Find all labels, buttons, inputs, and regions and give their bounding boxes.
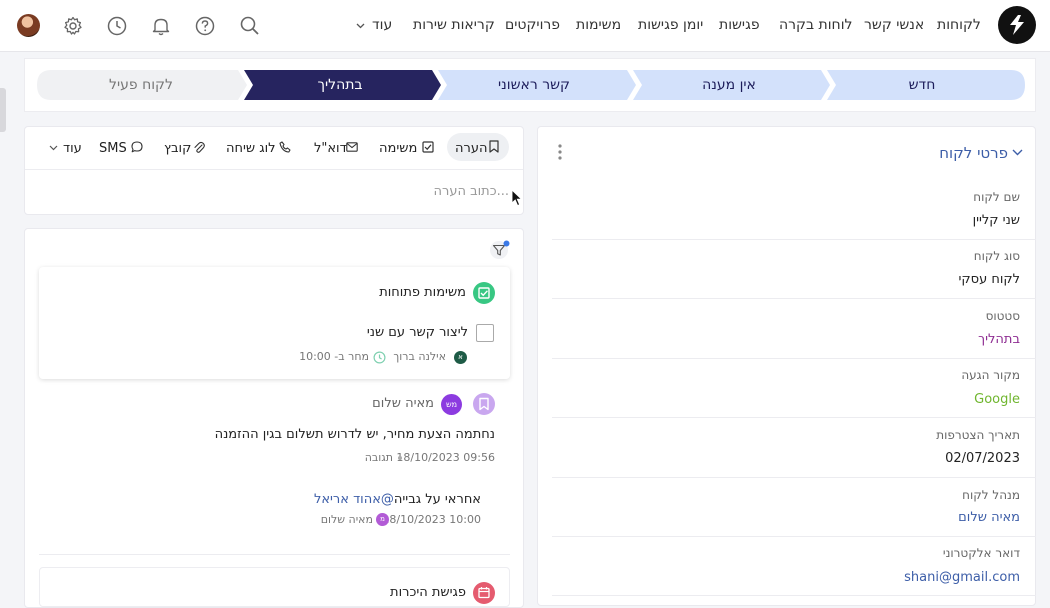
nav-item-customers[interactable]: לקוחות [937, 17, 981, 33]
task-owner: אילנה ברוך [393, 350, 446, 363]
pipeline-stage-first-contact[interactable]: קשר ראשוני [443, 70, 625, 100]
divider [552, 298, 1036, 299]
field-value-join-date[interactable]: 02/07/2023 [945, 451, 1020, 466]
user-avatar[interactable] [17, 14, 40, 37]
email-icon [346, 142, 358, 152]
tasks-badge-icon [473, 282, 495, 304]
sms-tab[interactable]: SMS [99, 141, 127, 156]
top-navigation-bar: לקוחות אנשי קשר לוחות בקרה פגישות יומן פ… [0, 0, 1050, 52]
divider [552, 239, 1036, 240]
nav-item-contacts[interactable]: אנשי קשר [864, 17, 924, 33]
chevron-down-icon [356, 23, 365, 29]
task-owner-avatar: א [454, 351, 467, 364]
reply-author-avatar: מ [376, 513, 389, 526]
pipeline-stage-no-answer[interactable]: אין מענה [638, 70, 820, 100]
meeting-badge-icon [473, 582, 495, 604]
chevron-down-icon [49, 145, 58, 151]
meeting-title: פגישת היכרות [390, 585, 466, 600]
phone-icon [279, 141, 291, 153]
clock-icon[interactable] [106, 15, 128, 37]
field-label-email: דואר אלקטרוני [942, 546, 1020, 560]
reply-author: מאיה שלום [320, 513, 373, 526]
divider [552, 358, 1036, 359]
more-tab[interactable]: עוד [63, 141, 82, 156]
logo-mark [1010, 15, 1024, 35]
side-drawer-handle[interactable] [0, 88, 6, 132]
nav-item-tasks[interactable]: משימות [576, 17, 621, 33]
task-due: מחר ב- 10:00 [299, 350, 369, 363]
separator-dot [398, 456, 402, 460]
divider [552, 595, 1036, 596]
open-tasks-title: משימות פתוחות [379, 285, 466, 300]
field-label-status: סטטוס [985, 309, 1020, 323]
nav-item-projects[interactable]: פרויקטים [505, 17, 560, 33]
divider [39, 554, 510, 555]
bookmark-icon [489, 140, 499, 153]
bell-icon[interactable] [150, 15, 172, 37]
nav-item-more[interactable]: עוד [372, 17, 392, 33]
customer-details-panel [537, 126, 1036, 606]
details-title[interactable]: פרטי לקוח [939, 144, 1008, 162]
nav-item-meetings[interactable]: פגישות [719, 17, 760, 33]
field-label-join-date: תאריך הצטרפות [936, 428, 1020, 442]
field-value-status[interactable]: בתהליך [978, 332, 1020, 347]
pipeline-stage-new[interactable]: חדש [832, 70, 1012, 100]
note-text: נחתמה הצעת מחיר, יש לדרוש תשלום בגין ההז… [214, 427, 495, 442]
chevron-down-icon[interactable] [1012, 149, 1023, 156]
paperclip-icon [194, 141, 205, 153]
divider [552, 417, 1036, 418]
field-label-account-manager: מנהל לקוח [962, 488, 1020, 502]
field-value-source[interactable]: Google [974, 392, 1020, 407]
note-author[interactable]: מאיה שלום [372, 396, 434, 411]
checkbox-icon [478, 287, 490, 299]
clock-icon [373, 351, 386, 364]
pipeline-bar: חדש אין מענה קשר ראשוני בתהליך לקוח פעיל [24, 58, 1036, 112]
reply-text-row: אחראי על גבייה@אהוד אריאל [314, 492, 481, 507]
checkbox-icon [422, 141, 434, 153]
help-icon[interactable] [194, 15, 216, 37]
field-label-customer-name: שם לקוח [973, 190, 1020, 204]
note-author-avatar: מש [441, 394, 462, 415]
field-value-customer-name[interactable]: שני קליין [973, 213, 1020, 228]
nav-item-dashboards[interactable]: לוחות בקרה [779, 17, 852, 33]
reply-text: אחראי על גבייה [393, 492, 481, 507]
nav-item-calendar[interactable]: יומן פגישות [638, 17, 703, 33]
bookmark-icon [479, 397, 489, 411]
more-vertical-icon[interactable] [557, 144, 563, 160]
field-value-customer-type[interactable]: לקוח עסקי [959, 272, 1020, 287]
task-checkbox[interactable] [476, 324, 494, 342]
divider [552, 477, 1036, 478]
chat-icon [131, 141, 143, 153]
divider [552, 536, 1036, 537]
field-label-customer-type: סוג לקוח [973, 249, 1020, 263]
email-tab[interactable]: דוא"ל [314, 141, 347, 156]
mouse-cursor-icon [511, 189, 523, 207]
pipeline-stage-active-customer[interactable]: לקוח פעיל [45, 70, 237, 100]
note-input[interactable]: כתוב הערה... [434, 184, 509, 199]
note-badge-icon [473, 393, 495, 415]
app-logo[interactable] [998, 6, 1036, 44]
field-label-source: מקור הגעה [961, 368, 1020, 382]
note-tab-label: הערה [455, 141, 488, 156]
note-time: 18/10/2023 09:56 [396, 451, 495, 464]
call-log-tab[interactable]: לוג שיחה [226, 141, 276, 156]
reply-mention[interactable]: @אהוד אריאל [314, 492, 394, 507]
field-value-account-manager[interactable]: מאיה שלום [958, 510, 1020, 525]
search-icon[interactable] [239, 15, 261, 37]
task-tab[interactable]: משימה [379, 141, 417, 156]
field-value-email[interactable]: shani@gmail.com [904, 570, 1020, 585]
calendar-icon [478, 587, 490, 599]
file-tab[interactable]: קובץ [164, 141, 191, 156]
gear-icon[interactable] [62, 15, 84, 37]
divider [25, 169, 523, 170]
task-title[interactable]: ליצור קשר עם שני [367, 325, 468, 340]
reply-time: 18/10/2023 10:00 [382, 513, 481, 526]
reply-link[interactable]: תגובה [365, 451, 393, 464]
filter-icon[interactable] [489, 240, 511, 260]
pipeline-stage-in-progress[interactable]: בתהליך [249, 70, 431, 100]
nav-item-service-calls[interactable]: קריאות שירות [413, 17, 495, 33]
